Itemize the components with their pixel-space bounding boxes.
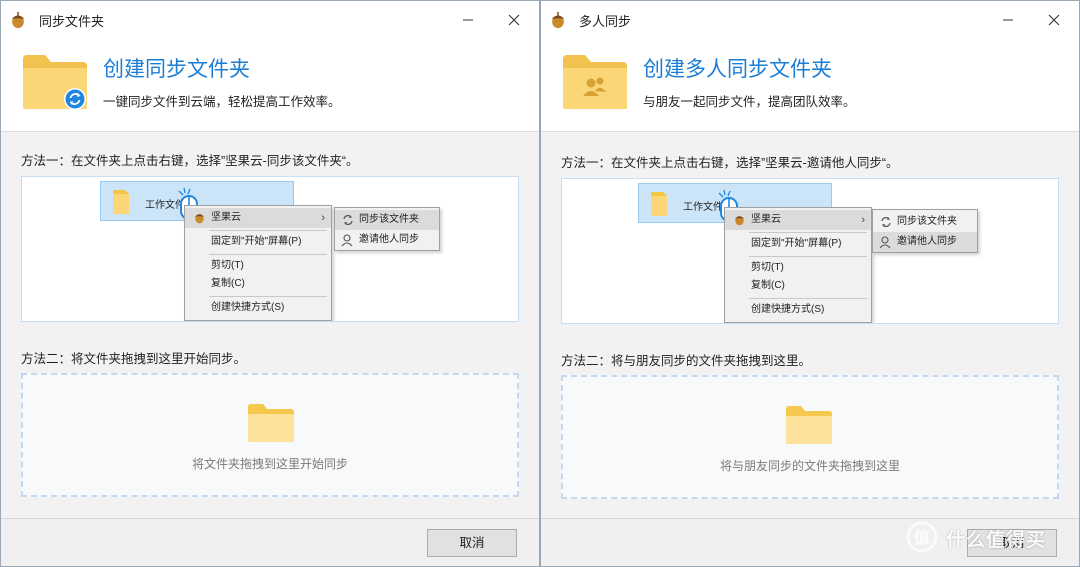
menu-item-create-shortcut[interactable]: 创建快捷方式(S) (185, 298, 331, 318)
menu-item-label: 剪切(T) (751, 262, 784, 273)
drop-zone-hint: 将与朋友同步的文件夹拖拽到这里 (719, 459, 900, 473)
menu-item-label: 坚果云 (751, 214, 781, 225)
submenu-item-label: 邀请他人同步 (359, 234, 419, 245)
sync-icon (881, 217, 891, 227)
menu-separator (209, 230, 327, 231)
acorn-icon (194, 214, 205, 224)
method-two-label: 方法二：将与朋友同步的文件夹拖拽到这里。 (561, 354, 812, 368)
minimize-button[interactable] (993, 7, 1023, 33)
context-menu-illustration: 工作文件夹 坚果云 › 固定到"开始"屏幕(P) 剪切(T) 复制(C) 创建快… (561, 178, 1059, 324)
menu-item-cut[interactable]: 剪切(T) (725, 258, 871, 278)
menu-item-label: 创建快捷方式(S) (211, 302, 285, 313)
menu-item-jianguoyun[interactable]: 坚果云 › (725, 210, 871, 230)
menu-item-label: 剪切(T) (211, 260, 244, 271)
menu-item-copy[interactable]: 复制(C) (725, 276, 871, 296)
menu-item-pin-start[interactable]: 固定到"开始"屏幕(P) (725, 234, 871, 254)
acorn-icon (734, 216, 745, 226)
menu-item-label: 坚果云 (211, 212, 241, 223)
header-title: 创建同步文件夹 (103, 58, 250, 81)
folder-icon (786, 406, 832, 444)
svg-text:值: 值 (914, 528, 930, 547)
menu-separator (749, 298, 867, 299)
submenu-item-invite[interactable]: 邀请他人同步 (873, 232, 977, 252)
menu-item-jianguoyun[interactable]: 坚果云 › (185, 208, 331, 228)
header-title: 创建多人同步文件夹 (643, 58, 832, 81)
dialog-content: 方法一：在文件夹上点击右键，选择”坚果云-邀请他人同步“。 工作文件夹 坚果云 … (541, 131, 1079, 518)
close-icon (508, 14, 520, 26)
menu-item-label: 创建快捷方式(S) (751, 304, 825, 315)
submenu-item-label: 同步该文件夹 (897, 216, 957, 227)
header-subtitle: 与朋友一起同步文件，提高团队效率。 (643, 95, 856, 109)
jianguoyun-submenu: 同步该文件夹 邀请他人同步 (872, 209, 978, 253)
submenu-item-sync-folder[interactable]: 同步该文件夹 (873, 212, 977, 232)
chevron-right-icon: › (321, 212, 325, 224)
drop-zone[interactable]: 将文件夹拖拽到这里开始同步 (21, 373, 519, 497)
sync-folder-window: 同步文件夹 创建同步文件夹 一键同步文件到云端，轻松提高工作效率。 方法一：在文… (0, 0, 540, 567)
submenu-item-sync-folder[interactable]: 同步该文件夹 (335, 210, 439, 230)
folder-people-icon (563, 55, 627, 109)
dialog-header: 创建多人同步文件夹 与朋友一起同步文件，提高团队效率。 (541, 39, 1079, 131)
context-menu: 坚果云 › 固定到"开始"屏幕(P) 剪切(T) 复制(C) 创建快捷方式(S) (724, 207, 872, 323)
menu-separator (209, 254, 327, 255)
folder-sync-icon (23, 55, 87, 110)
menu-item-label: 固定到"开始"屏幕(P) (751, 238, 842, 249)
method-one-label: 方法一：在文件夹上点击右键，选择”坚果云-同步该文件夹“。 (21, 154, 359, 168)
menu-item-cut[interactable]: 剪切(T) (185, 256, 331, 276)
method-one-label: 方法一：在文件夹上点击右键，选择”坚果云-邀请他人同步“。 (561, 156, 899, 170)
drop-zone[interactable]: 将与朋友同步的文件夹拖拽到这里 (561, 375, 1059, 499)
dialog-footer: 取消 (1, 518, 539, 566)
window-title: 同步文件夹 (39, 14, 105, 29)
menu-separator (749, 232, 867, 233)
minimize-icon (463, 19, 473, 21)
context-menu-illustration: 工作文件夹 坚果云 › 固定到"开始"屏幕(P) 剪切(T) 复制(C) 创建快… (21, 176, 519, 322)
menu-separator (209, 296, 327, 297)
acorn-app-icon (551, 11, 565, 29)
watermark-logo-icon: 值 (906, 521, 938, 553)
menu-item-create-shortcut[interactable]: 创建快捷方式(S) (725, 300, 871, 320)
menu-item-label: 复制(C) (211, 278, 245, 289)
minimize-button[interactable] (453, 7, 483, 33)
menu-item-label: 固定到"开始"屏幕(P) (211, 236, 302, 247)
close-button[interactable] (499, 7, 529, 33)
title-bar[interactable]: 多人同步 (541, 1, 1079, 39)
submenu-item-label: 同步该文件夹 (359, 214, 419, 225)
jianguoyun-submenu: 同步该文件夹 邀请他人同步 (334, 207, 440, 251)
chevron-right-icon: › (861, 214, 865, 226)
context-menu: 坚果云 › 固定到"开始"屏幕(P) 剪切(T) 复制(C) 创建快捷方式(S) (184, 205, 332, 321)
dialog-content: 方法一：在文件夹上点击右键，选择”坚果云-同步该文件夹“。 工作文件夹 坚果云 … (1, 131, 539, 518)
menu-separator (749, 256, 867, 257)
header-subtitle: 一键同步文件到云端，轻松提高工作效率。 (103, 95, 341, 109)
window-title: 多人同步 (579, 14, 632, 29)
menu-item-pin-start[interactable]: 固定到"开始"屏幕(P) (185, 232, 331, 252)
close-icon (1048, 14, 1060, 26)
submenu-item-label: 邀请他人同步 (897, 236, 957, 247)
folder-file-icon (651, 192, 667, 216)
menu-item-label: 复制(C) (751, 280, 785, 291)
user-icon (879, 236, 891, 249)
method-two-label: 方法二：将文件夹拖拽到这里开始同步。 (21, 352, 247, 366)
drop-zone-hint: 将文件夹拖拽到这里开始同步 (191, 457, 348, 471)
minimize-icon (1003, 19, 1013, 21)
close-button[interactable] (1039, 7, 1069, 33)
title-bar[interactable]: 同步文件夹 (1, 1, 539, 39)
watermark-text: 什么值得买 (946, 530, 1047, 551)
user-icon (341, 234, 353, 247)
folder-icon (248, 404, 294, 442)
multi-user-sync-window: 多人同步 创建多人同步文件夹 与朋友一起同步文件，提高团队效率。 方法一：在文件… (540, 0, 1080, 567)
menu-item-copy[interactable]: 复制(C) (185, 274, 331, 294)
submenu-item-invite[interactable]: 邀请他人同步 (335, 230, 439, 250)
cancel-button[interactable]: 取消 (427, 529, 517, 557)
sync-icon (343, 215, 353, 225)
acorn-app-icon (11, 11, 25, 29)
watermark: 值 什么值得买 (906, 519, 1066, 555)
dialog-header: 创建同步文件夹 一键同步文件到云端，轻松提高工作效率。 (1, 39, 539, 131)
folder-file-icon (113, 190, 129, 214)
